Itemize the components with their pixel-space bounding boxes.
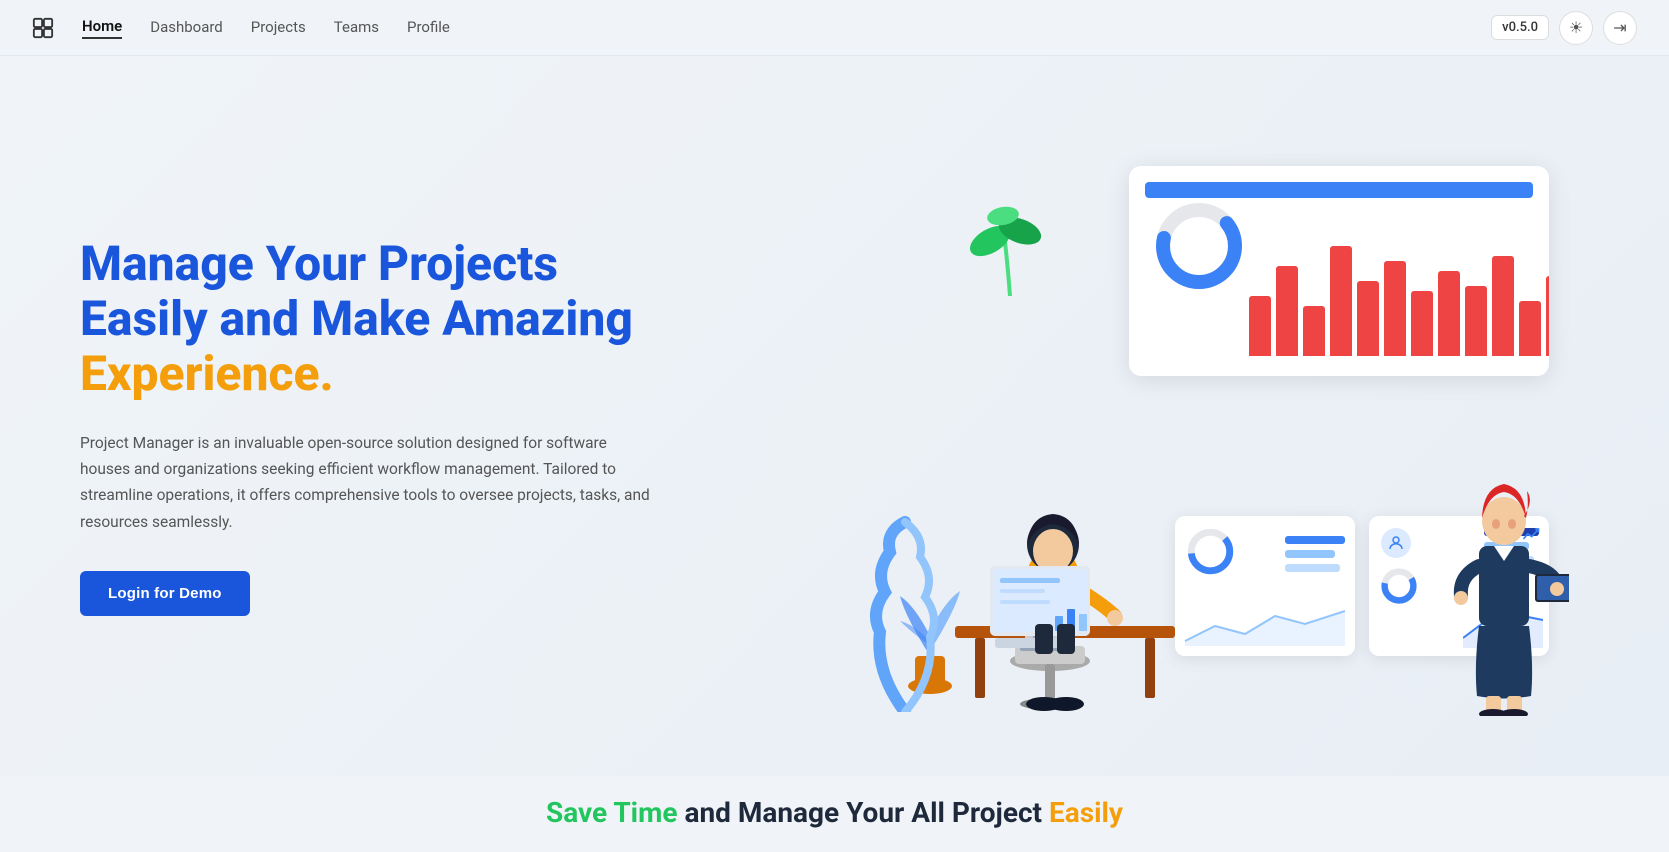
teaser-prefix: Save Time	[546, 796, 678, 829]
navbar: Home Dashboard Projects Teams Profile v0…	[0, 0, 1669, 56]
theme-toggle-button[interactable]: ☀	[1559, 11, 1593, 45]
small-card-1	[1175, 516, 1355, 656]
hero-heading-line3: Experience.	[80, 345, 334, 402]
nav-projects[interactable]: Projects	[251, 18, 306, 38]
bar-11	[1546, 276, 1549, 356]
teaser-middle: and Manage Your All Project	[684, 796, 1049, 829]
version-badge: v0.5.0	[1491, 15, 1549, 40]
hero-illustration	[835, 136, 1590, 716]
hero-description: Project Manager is an invaluable open-so…	[80, 430, 660, 535]
donut-chart	[1149, 196, 1249, 300]
nav-right: v0.5.0 ☀ ⇥	[1491, 11, 1637, 45]
bar-8	[1465, 286, 1487, 356]
sun-icon: ☀	[1569, 18, 1583, 37]
plant-decoration-top	[965, 186, 1055, 300]
bar-4	[1357, 281, 1379, 356]
login-demo-button[interactable]: Login for Demo	[80, 571, 250, 616]
dashboard-card-main	[1129, 166, 1549, 376]
wave-plant-left	[865, 512, 945, 716]
apps-icon	[32, 17, 54, 39]
nav-dashboard[interactable]: Dashboard	[150, 18, 223, 38]
hero-content: Manage Your Projects Easily and Make Ama…	[80, 236, 835, 616]
nav-teams[interactable]: Teams	[334, 18, 379, 38]
bar-2	[1303, 306, 1325, 356]
nav-logo	[32, 17, 54, 39]
bar-1	[1276, 266, 1298, 356]
bar-10	[1519, 301, 1541, 356]
hero-section: Manage Your Projects Easily and Make Ama…	[0, 56, 1669, 776]
bar-0	[1249, 296, 1271, 356]
person-standing-scene	[1439, 416, 1569, 716]
bar-9	[1492, 256, 1514, 356]
hero-heading-line2: Easily and Make Amazing	[80, 290, 633, 347]
hero-heading-line1: Manage Your Projects	[80, 235, 558, 292]
bar-chart	[1249, 236, 1529, 356]
logout-icon: ⇥	[1613, 18, 1626, 37]
nav-profile[interactable]: Profile	[407, 18, 450, 38]
bottom-teaser: Save Time and Manage Your All Project Ea…	[0, 776, 1669, 839]
bar-3	[1330, 246, 1352, 356]
bar-5	[1384, 261, 1406, 356]
teaser-suffix: Easily	[1049, 796, 1123, 829]
nav-home[interactable]: Home	[82, 17, 122, 39]
logout-button[interactable]: ⇥	[1603, 11, 1637, 45]
bar-6	[1411, 291, 1433, 356]
bar-7	[1438, 271, 1460, 356]
nav-links: Home Dashboard Projects Teams Profile	[82, 17, 450, 39]
hero-heading: Manage Your Projects Easily and Make Ama…	[80, 236, 835, 402]
